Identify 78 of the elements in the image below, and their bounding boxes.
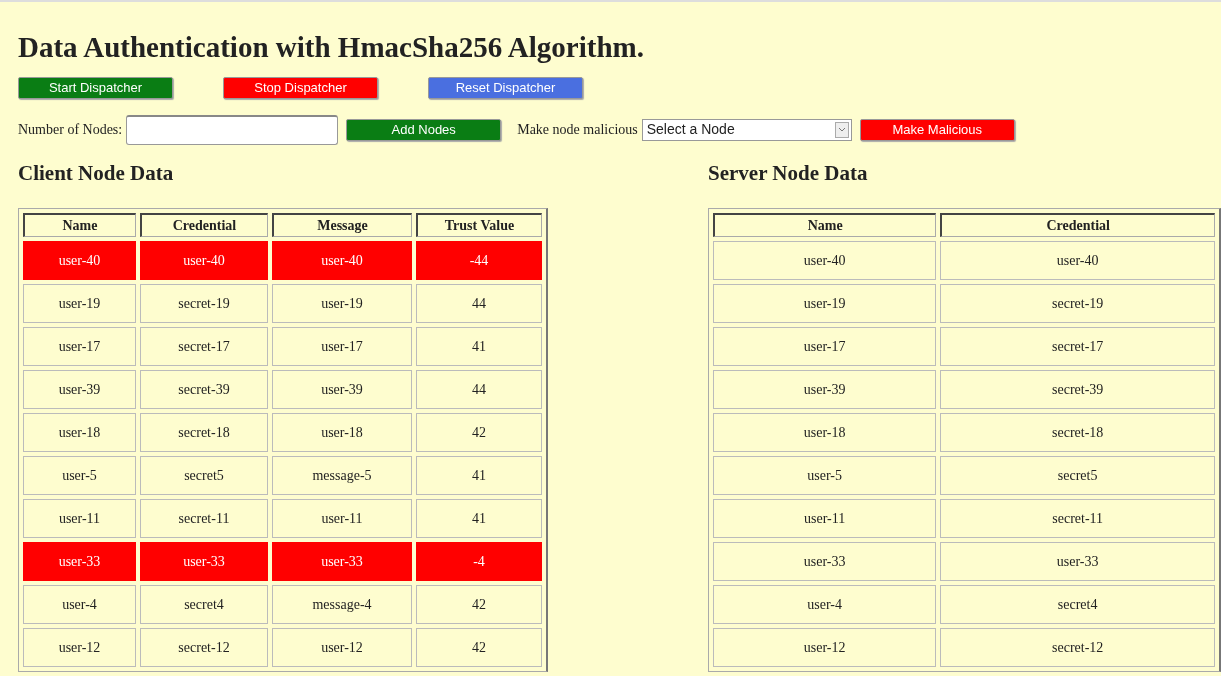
table-cell: message-5 (272, 456, 412, 495)
table-cell: secret4 (940, 585, 1215, 624)
table-cell: user-12 (23, 628, 136, 667)
table-cell: 42 (416, 628, 542, 667)
stop-dispatcher-button[interactable]: Stop Dispatcher (223, 76, 378, 99)
column-header: Credential (940, 213, 1215, 237)
table-cell: secret-11 (140, 499, 268, 538)
column-header: Name (713, 213, 937, 237)
table-cell: user-40 (140, 241, 268, 280)
table-cell: secret-19 (940, 284, 1215, 323)
table-cell: secret-39 (140, 370, 268, 409)
table-cell: user-17 (713, 327, 937, 366)
table-cell: user-33 (272, 542, 412, 581)
table-cell: user-11 (23, 499, 136, 538)
table-cell: -4 (416, 542, 542, 581)
reset-dispatcher-button[interactable]: Reset Dispatcher (428, 76, 583, 99)
table-cell: secret4 (140, 585, 268, 624)
table-cell: user-40 (713, 241, 937, 280)
column-header: Trust Value (416, 213, 542, 237)
table-cell: secret5 (940, 456, 1215, 495)
table-cell: user-4 (23, 585, 136, 624)
start-dispatcher-button[interactable]: Start Dispatcher (18, 76, 173, 99)
table-cell: user-19 (272, 284, 412, 323)
table-cell: 44 (416, 284, 542, 323)
table-cell: user-33 (713, 542, 937, 581)
table-cell: user-17 (272, 327, 412, 366)
column-header: Message (272, 213, 412, 237)
table-cell: user-39 (23, 370, 136, 409)
table-cell: user-12 (713, 628, 937, 667)
table-cell: secret-17 (940, 327, 1215, 366)
table-cell: 42 (416, 413, 542, 452)
table-cell: user-39 (713, 370, 937, 409)
table-cell: user-18 (713, 413, 937, 452)
table-cell: secret-39 (940, 370, 1215, 409)
table-cell: user-39 (272, 370, 412, 409)
table-cell: secret-11 (940, 499, 1215, 538)
table-cell: 42 (416, 585, 542, 624)
table-cell: user-19 (713, 284, 937, 323)
table-cell: user-18 (23, 413, 136, 452)
add-nodes-button[interactable]: Add Nodes (346, 118, 502, 141)
table-cell: 41 (416, 499, 542, 538)
page-title: Data Authentication with HmacSha256 Algorithm. (18, 30, 645, 65)
nodes-label: Number of Nodes: (18, 121, 123, 140)
section-title: Client Node Data (18, 160, 175, 186)
column-header: Credential (140, 213, 268, 237)
table-cell: -44 (416, 241, 542, 280)
table-cell: user-11 (272, 499, 412, 538)
table-cell: user-33 (940, 542, 1215, 581)
table-cell: user-40 (23, 241, 136, 280)
table-cell: secret-12 (140, 628, 268, 667)
table-cell: secret-19 (140, 284, 268, 323)
table-cell: secret-18 (140, 413, 268, 452)
number-of-nodes-field[interactable] (126, 114, 339, 145)
table-cell: secret-12 (940, 628, 1215, 667)
make-malicious-button[interactable]: Make Malicious (859, 118, 1015, 141)
table-cell: user-19 (23, 284, 136, 323)
table-cell: message-4 (272, 585, 412, 624)
table-cell: user-4 (713, 585, 937, 624)
table-cell: 41 (416, 456, 542, 495)
table-cell: secret5 (140, 456, 268, 495)
table-cell: user-33 (23, 542, 136, 581)
column-header: Name (23, 213, 136, 237)
table-cell: user-40 (272, 241, 412, 280)
table-cell: secret-17 (140, 327, 268, 366)
table-cell: user-11 (713, 499, 937, 538)
table-cell: user-33 (140, 542, 268, 581)
table-cell: user-5 (23, 456, 136, 495)
table-cell: user-18 (272, 413, 412, 452)
table-cell: secret-18 (940, 413, 1215, 452)
node-select[interactable]: Select a Node (641, 118, 852, 141)
section-title: Server Node Data (708, 160, 869, 186)
table-cell: 44 (416, 370, 542, 409)
table-cell: user-40 (940, 241, 1215, 280)
malicious-label: Make node malicious (517, 121, 638, 140)
table-cell: 41 (416, 327, 542, 366)
table-cell: user-12 (272, 628, 412, 667)
table-cell: user-17 (23, 327, 136, 366)
table-cell: user-5 (713, 456, 937, 495)
